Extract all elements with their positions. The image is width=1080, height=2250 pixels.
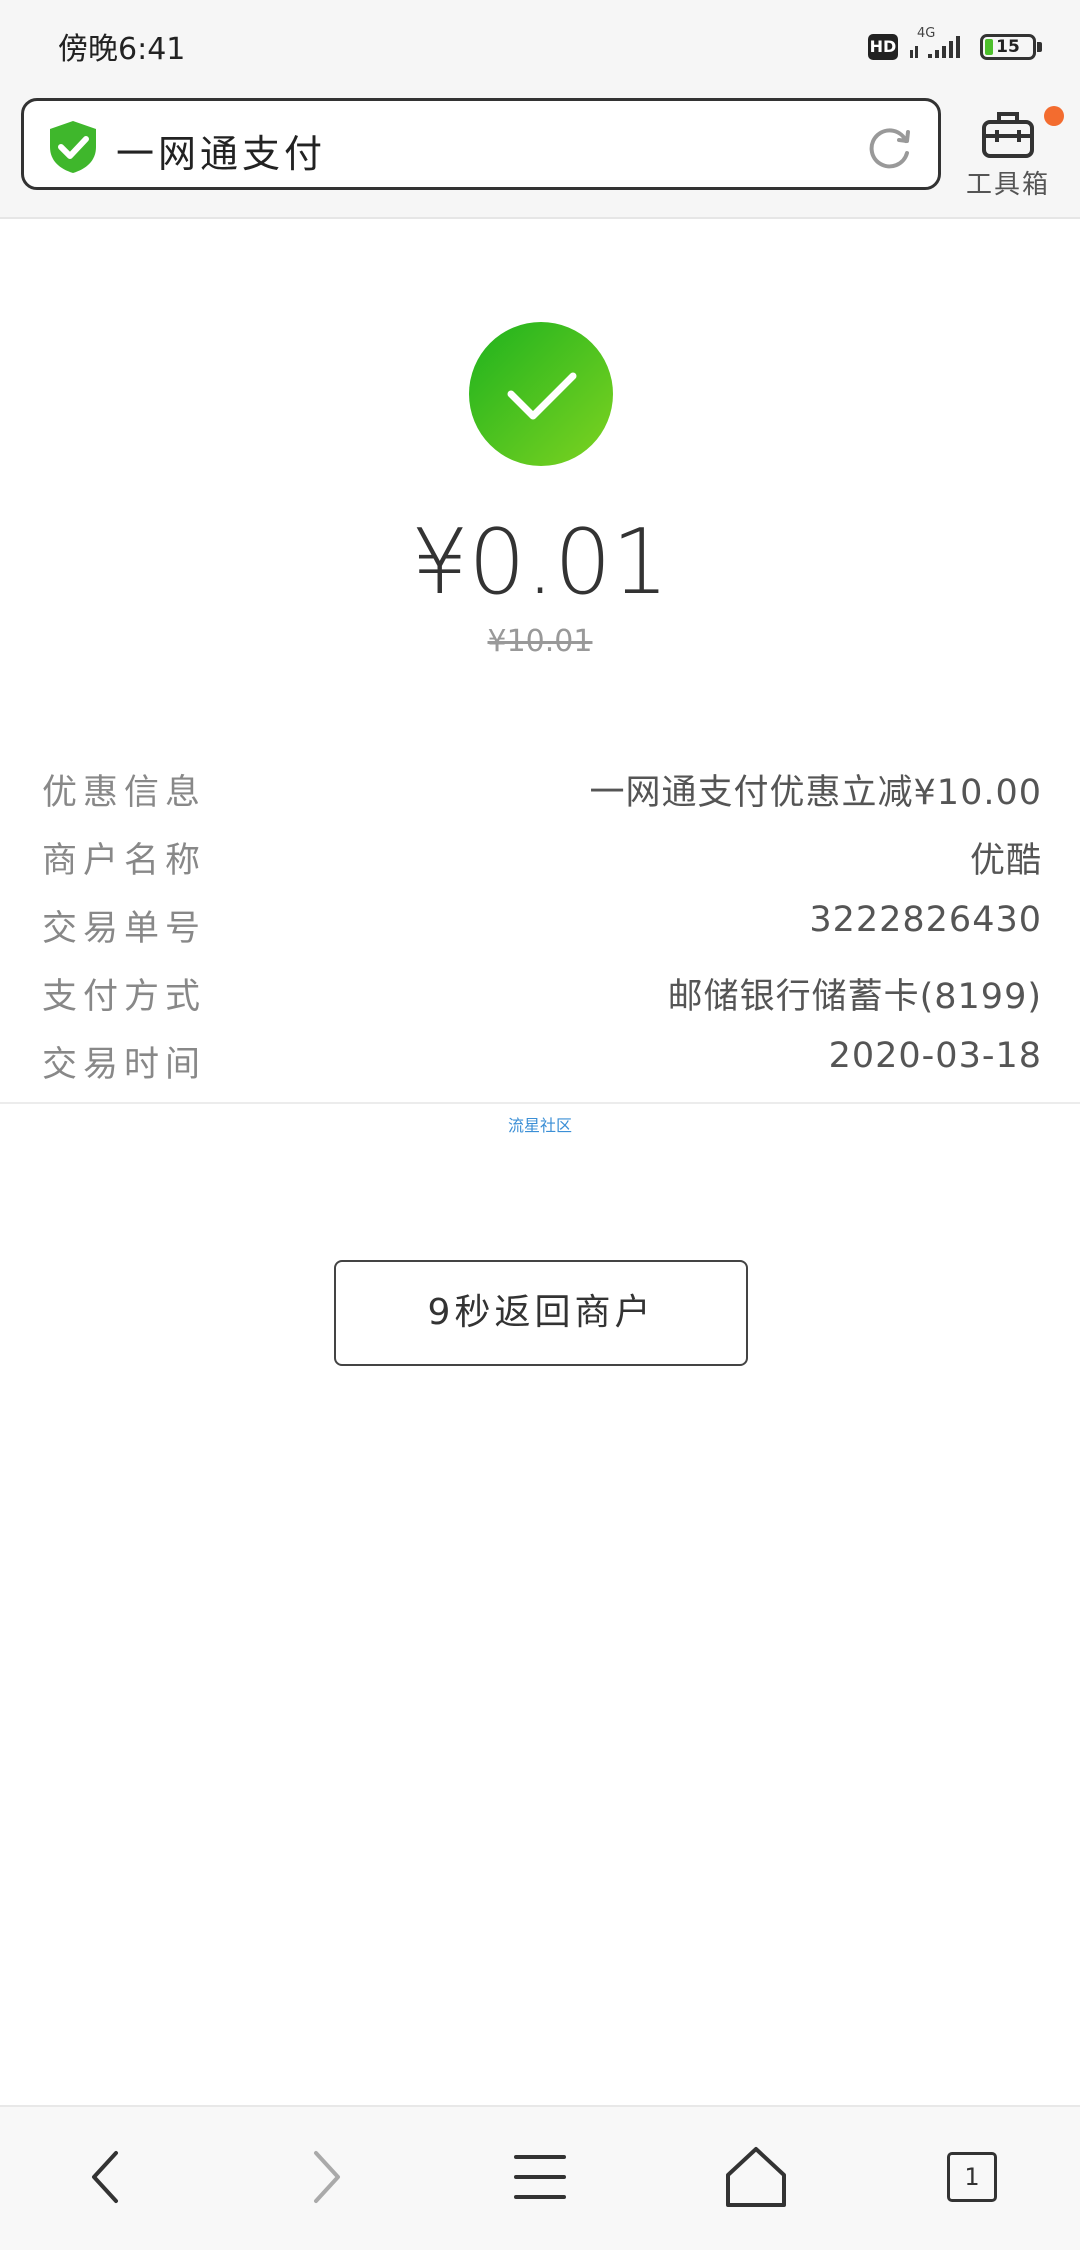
detail-row-payment-method: 支付方式 邮储银行储蓄卡(8199): [0, 960, 1080, 1028]
chevron-right-icon: [314, 2151, 340, 2203]
menu-button[interactable]: [500, 2137, 580, 2217]
address-bar[interactable]: 一网通支付: [21, 98, 941, 190]
detail-value: 3222826430: [809, 900, 1042, 940]
hd-badge: HD: [868, 34, 898, 60]
divider: [0, 1102, 1080, 1104]
chevron-left-icon: [92, 2151, 118, 2203]
tab-count: 1: [947, 2152, 997, 2202]
refresh-icon[interactable]: [866, 123, 914, 171]
detail-row-merchant: 商户名称 优酷: [0, 824, 1080, 892]
payment-amount: ¥0.01: [411, 510, 669, 615]
battery-cap: [1037, 42, 1042, 52]
forward-button[interactable]: [284, 2137, 364, 2217]
browser-top-bar: 一网通支付 工具箱: [0, 90, 1080, 219]
home-button[interactable]: [716, 2137, 796, 2217]
detail-label: 优惠信息: [42, 773, 207, 813]
menu-icon: [514, 2155, 566, 2199]
detail-row-order-id: 交易单号 3222826430: [0, 892, 1080, 960]
detail-label: 支付方式: [42, 977, 207, 1017]
detail-value: 优酷: [969, 841, 1042, 881]
original-amount: ¥10.01: [487, 624, 593, 659]
detail-value: 2020-03-18: [828, 1036, 1042, 1076]
detail-row-discount: 优惠信息 一网通支付优惠立减¥10.00: [0, 756, 1080, 824]
transaction-details: 优惠信息 一网通支付优惠立减¥10.00 商户名称 优酷 交易单号 322282…: [0, 756, 1080, 1096]
page-title: 一网通支付: [116, 132, 327, 176]
signal-icon: [910, 36, 960, 58]
home-icon: [726, 2147, 786, 2207]
notification-dot: [1044, 106, 1064, 126]
bottom-navigation: 1: [0, 2105, 1080, 2250]
detail-label: 商户名称: [42, 841, 207, 881]
detail-label: 交易时间: [42, 1045, 207, 1085]
battery-icon: 15: [980, 34, 1036, 60]
status-bar: 傍晚6:41 HD 4G 15: [0, 0, 1080, 90]
toolbox-icon: [982, 112, 1034, 158]
detail-label: 交易单号: [42, 909, 207, 949]
battery-level: 15: [996, 37, 1020, 57]
status-time: 傍晚6:41: [58, 32, 186, 67]
toolbox-button[interactable]: 工具箱: [962, 100, 1064, 200]
watermark: 流星社区: [507, 1116, 572, 1135]
toolbox-label: 工具箱: [965, 170, 1050, 200]
detail-row-time: 交易时间 2020-03-18: [0, 1028, 1080, 1096]
shield-check-icon: [50, 121, 96, 173]
back-button[interactable]: [68, 2137, 148, 2217]
detail-value: 邮储银行储蓄卡(8199): [667, 977, 1042, 1017]
success-check-icon: [469, 322, 613, 466]
return-to-merchant-button[interactable]: 9秒返回商户: [334, 1260, 748, 1366]
detail-value: 一网通支付优惠立减¥10.00: [589, 773, 1042, 813]
tabs-button[interactable]: 1: [932, 2137, 1012, 2217]
